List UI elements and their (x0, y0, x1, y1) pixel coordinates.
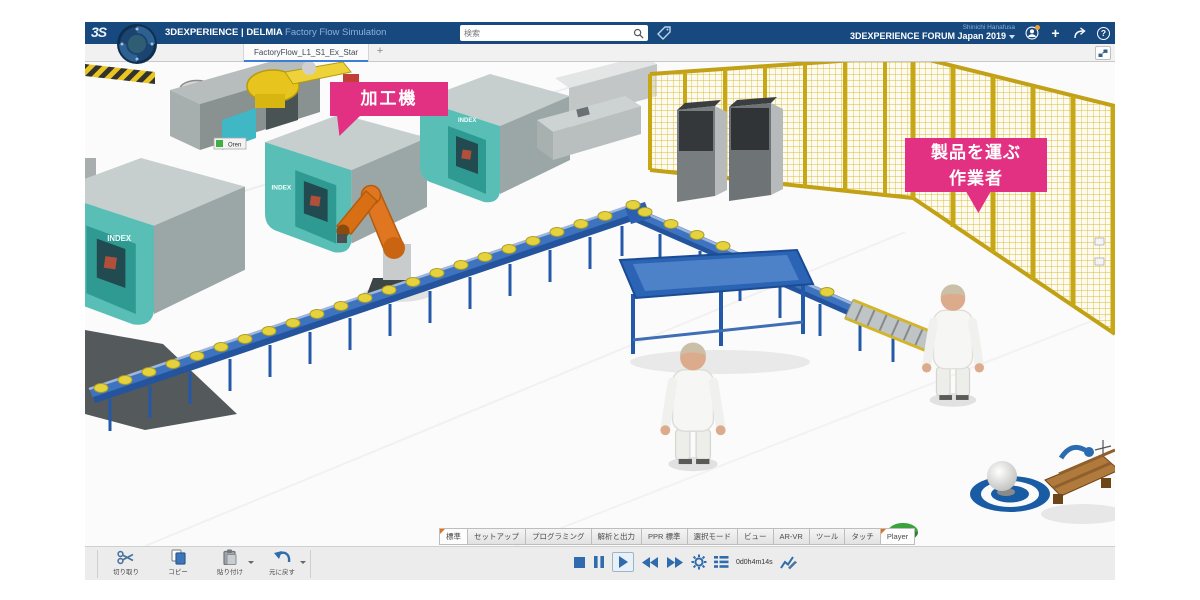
tab-tools[interactable]: ツール (809, 528, 846, 545)
schedule-list-button[interactable] (714, 555, 729, 569)
expand-viewport-button[interactable] (1095, 46, 1111, 60)
tab-ar-vr[interactable]: AR-VR (773, 528, 810, 545)
gear-icon (691, 554, 707, 570)
chevron-down-icon (1009, 35, 1015, 39)
fast-forward-icon (666, 556, 684, 569)
paste-icon (221, 549, 239, 565)
profile-button[interactable] (1024, 26, 1039, 41)
stop-button[interactable] (573, 556, 586, 569)
tab-setup[interactable]: セットアップ (467, 528, 526, 545)
3ds-logo: 3S (91, 24, 106, 40)
enclosure-tag-label: Oren (228, 143, 241, 149)
pause-icon (593, 555, 605, 569)
separator (97, 550, 98, 578)
tab-view[interactable]: ビュー (737, 528, 774, 545)
list-icon (714, 555, 729, 569)
rewind-icon (641, 556, 659, 569)
3d-compass[interactable] (115, 22, 159, 66)
callout-worker: 製品を運ぶ 作業者 (905, 138, 1047, 192)
notification-dot (1035, 25, 1040, 30)
cut-button[interactable]: 切り取り (100, 549, 152, 576)
document-tab-bar: FactoryFlow_L1_S1_Ex_Star + (85, 44, 1115, 62)
global-search[interactable] (460, 25, 648, 41)
callout-text: 加工機 (361, 89, 418, 108)
machine-label: INDEX (271, 185, 291, 192)
scissors-icon (117, 549, 135, 565)
copy-icon (169, 549, 187, 565)
player-settings-button[interactable] (691, 554, 707, 570)
brand-name: 3DEXPERIENCE | DELMIA (165, 27, 282, 38)
app-brand: 3DEXPERIENCE | DELMIA Factory Flow Simul… (165, 27, 386, 38)
machine-label: INDEX (107, 234, 132, 243)
separator (310, 550, 311, 578)
tab-analysis-output[interactable]: 解析と出力 (591, 528, 643, 545)
export-results-button[interactable] (780, 554, 797, 570)
tab-ppr-standard[interactable]: PPR 標準 (641, 528, 688, 545)
top-bar: 3S 3DEXPERIENCE | DELMIA Factory Flow Si… (85, 22, 1115, 44)
platform-label: 3DEXPERIENCE FORUM Japan 2019 (850, 32, 1006, 41)
tab-touch[interactable]: タッチ (844, 528, 881, 545)
play-button[interactable] (612, 552, 634, 572)
share-icon (1073, 27, 1087, 40)
tab-player[interactable]: Player (880, 528, 915, 545)
undo-icon (273, 549, 291, 565)
3d-viewport[interactable]: Oren INDEX (85, 62, 1115, 546)
document-tab-label: FactoryFlow_L1_S1_Ex_Star (254, 48, 358, 57)
tag-icon[interactable] (657, 26, 671, 40)
copy-button[interactable]: コピー (152, 549, 204, 576)
fast-forward-button[interactable] (666, 556, 684, 569)
app-title: Factory Flow Simulation (285, 27, 386, 38)
undo-button[interactable]: 元に戻す (256, 549, 308, 576)
copy-label: コピー (168, 566, 188, 576)
undo-label: 元に戻す (269, 566, 295, 576)
play-icon (616, 555, 630, 569)
app-window: 3S 3DEXPERIENCE | DELMIA Factory Flow Si… (85, 22, 1115, 580)
tab-selection-mode[interactable]: 選択モード (687, 528, 739, 545)
paste-button[interactable]: 貼り付け (204, 549, 256, 576)
add-content-button[interactable]: + (1048, 26, 1063, 41)
paste-label: 貼り付け (217, 566, 243, 576)
factory-scene[interactable]: Oren INDEX (85, 62, 1115, 546)
stop-icon (573, 556, 586, 569)
plus-icon: + (1051, 26, 1059, 40)
search-input[interactable] (460, 29, 633, 38)
rewind-button[interactable] (641, 556, 659, 569)
callout-machining-machine: 加工機 (330, 82, 448, 116)
document-tab[interactable]: FactoryFlow_L1_S1_Ex_Star (243, 44, 369, 61)
new-tab-button[interactable]: + (373, 45, 387, 57)
chart-pencil-icon (780, 554, 797, 570)
share-button[interactable] (1072, 26, 1087, 41)
topbar-right-cluster: Shinichi Hanafusa 3DEXPERIENCE FORUM Jap… (850, 22, 1111, 44)
pause-button[interactable] (593, 555, 605, 569)
callout-text-line2: 作業者 (905, 166, 1047, 192)
undo-dropdown-caret[interactable] (300, 561, 306, 564)
paste-dropdown-caret[interactable] (248, 561, 254, 564)
tab-standard[interactable]: 標準 (439, 528, 468, 545)
tab-programming[interactable]: プログラミング (525, 528, 592, 545)
cut-label: 切り取り (113, 566, 139, 576)
user-block[interactable]: Shinichi Hanafusa 3DEXPERIENCE FORUM Jap… (850, 25, 1015, 42)
expand-icon (1098, 49, 1108, 58)
search-icon[interactable] (633, 28, 644, 39)
machine-label: INDEX (458, 118, 476, 124)
control-cabinets[interactable] (677, 97, 783, 202)
help-icon: ? (1097, 27, 1110, 40)
action-bar-tabs: 標準 セットアップ プログラミング 解析と出力 PPR 標準 選択モード ビュー… (440, 528, 915, 546)
player-controls: 0d0h4m14s (573, 552, 797, 572)
bottom-toolbar: 切り取り コピー 貼り付け (85, 546, 1115, 580)
help-button[interactable]: ? (1096, 26, 1111, 41)
callout-text-line1: 製品を運ぶ (905, 140, 1047, 166)
simulation-time: 0d0h4m14s (736, 559, 773, 566)
